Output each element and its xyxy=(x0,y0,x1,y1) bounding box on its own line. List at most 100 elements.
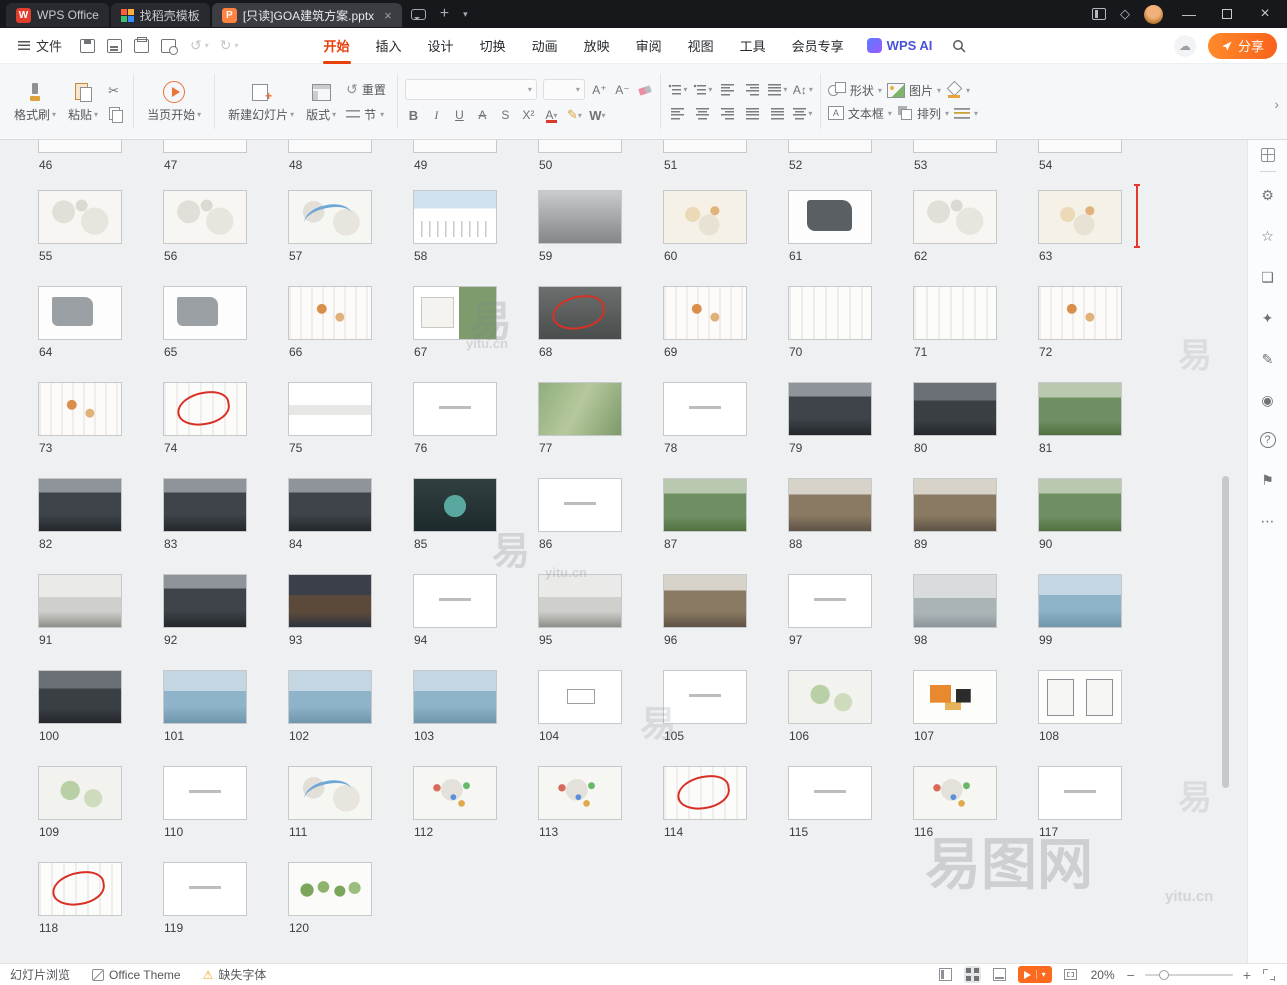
theme-indicator[interactable]: Office Theme xyxy=(92,968,181,982)
slide-thumbnail[interactable] xyxy=(913,286,997,340)
zoom-in-button[interactable]: + xyxy=(1243,967,1251,983)
copy-page-icon[interactable]: ❏ xyxy=(1259,268,1277,286)
slide-thumbnail[interactable] xyxy=(38,478,122,532)
slide-thumbnail[interactable] xyxy=(1038,190,1122,244)
slide-thumbnail[interactable] xyxy=(538,670,622,724)
export-pdf-button[interactable] xyxy=(107,39,122,53)
slide-thumbnail[interactable] xyxy=(38,670,122,724)
zoom-out-button[interactable]: − xyxy=(1127,967,1135,983)
tab-list-chevron[interactable]: ▾ xyxy=(456,2,475,26)
slide-thumbnail[interactable] xyxy=(163,140,247,153)
slide-sorter-view-button[interactable] xyxy=(964,966,981,983)
close-document-tab-icon[interactable]: × xyxy=(384,8,392,23)
slide-thumbnail[interactable] xyxy=(663,286,747,340)
fill-color-button[interactable]: ▾ xyxy=(946,82,970,98)
font-family-select[interactable]: ▾ xyxy=(405,79,537,100)
slide-thumbnail[interactable] xyxy=(663,766,747,820)
zoom-percentage[interactable]: 20% xyxy=(1089,968,1117,982)
slide-thumbnail[interactable] xyxy=(38,140,122,153)
fit-slide-button[interactable] xyxy=(1062,967,1079,982)
save-button[interactable] xyxy=(80,39,95,53)
slide-thumbnail[interactable] xyxy=(1038,286,1122,340)
tab-view[interactable]: 视图 xyxy=(675,28,727,64)
normal-view-button[interactable] xyxy=(937,966,954,983)
guide-flag-icon[interactable]: ⚑ xyxy=(1259,471,1277,489)
zoom-slider-thumb[interactable] xyxy=(1159,970,1169,980)
print-preview-button[interactable] xyxy=(161,39,176,53)
slide-thumbnail[interactable] xyxy=(538,140,622,153)
properties-icon[interactable]: ⚙ xyxy=(1259,186,1277,204)
navigation-map-icon[interactable]: ◉ xyxy=(1259,391,1277,409)
align-center-button[interactable] xyxy=(693,105,713,123)
slide-thumbnail[interactable] xyxy=(288,574,372,628)
layout-button[interactable]: 版式▾ xyxy=(300,69,342,134)
slide-thumbnail[interactable] xyxy=(413,478,497,532)
slideshow-play-button[interactable]: ▾ xyxy=(1018,966,1052,983)
slide-thumbnail[interactable] xyxy=(288,140,372,153)
font-size-select[interactable]: ▾ xyxy=(543,79,585,100)
increase-indent-button[interactable] xyxy=(743,81,763,99)
slide-thumbnail[interactable] xyxy=(288,478,372,532)
text-effects-button[interactable]: W▾ xyxy=(589,106,606,124)
undo-button[interactable]: ↺ xyxy=(190,37,202,54)
distribute-button[interactable] xyxy=(768,105,788,123)
slide-thumbnail[interactable] xyxy=(788,190,872,244)
print-button[interactable] xyxy=(134,39,149,53)
align-left-button[interactable] xyxy=(668,105,688,123)
file-menu[interactable]: 文件 xyxy=(10,36,70,55)
edit-tools-icon[interactable]: ✎ xyxy=(1259,350,1277,368)
slide-thumbnail[interactable] xyxy=(413,670,497,724)
search-button[interactable] xyxy=(942,39,976,53)
redo-dropdown[interactable]: ▾ xyxy=(235,41,239,50)
slide-thumbnail[interactable] xyxy=(913,140,997,153)
slide-thumbnail[interactable] xyxy=(788,766,872,820)
favorites-star-icon[interactable]: ☆ xyxy=(1259,227,1277,245)
smart-features-icon[interactable]: ✦ xyxy=(1259,309,1277,327)
play-from-current-button[interactable]: 当页开始▾ xyxy=(141,69,207,134)
outline-style-button[interactable]: ▾ xyxy=(954,107,978,119)
slide-thumbnail[interactable] xyxy=(38,286,122,340)
user-avatar[interactable] xyxy=(1144,5,1163,24)
slide-thumbnail[interactable] xyxy=(1038,766,1122,820)
slide-thumbnail[interactable] xyxy=(913,670,997,724)
slide-thumbnail[interactable] xyxy=(1038,140,1122,153)
arrange-button[interactable]: 排列▾ xyxy=(897,105,949,122)
undo-dropdown[interactable]: ▾ xyxy=(205,41,209,50)
tab-home[interactable]: 开始 xyxy=(311,28,363,64)
tab-animation[interactable]: 动画 xyxy=(519,28,571,64)
justify-button[interactable] xyxy=(743,105,763,123)
rail-panel-icon[interactable] xyxy=(1261,148,1275,162)
slide-thumbnail[interactable] xyxy=(913,190,997,244)
slide-thumbnail[interactable] xyxy=(288,190,372,244)
minimize-button[interactable]: — xyxy=(1177,6,1201,22)
slide-thumbnail[interactable] xyxy=(413,286,497,340)
underline-button[interactable]: U xyxy=(451,106,468,124)
slide-thumbnail[interactable] xyxy=(288,286,372,340)
slide-thumbnail[interactable] xyxy=(413,140,497,153)
skin-settings-icon[interactable]: ◇ xyxy=(1120,6,1130,22)
redo-button[interactable]: ↻ xyxy=(220,37,232,54)
assistant-bubble-icon[interactable] xyxy=(404,2,433,26)
slide-thumbnail[interactable] xyxy=(913,574,997,628)
slide-thumbnail[interactable] xyxy=(163,670,247,724)
tab-transitions[interactable]: 切换 xyxy=(467,28,519,64)
italic-button[interactable]: I xyxy=(428,106,445,124)
increase-font-button[interactable]: A⁺ xyxy=(591,81,608,99)
numbered-list-button[interactable]: ▾ xyxy=(693,81,713,99)
help-icon[interactable]: ? xyxy=(1260,432,1276,448)
reset-button[interactable]: ↺重置 xyxy=(346,81,386,98)
more-options-icon[interactable]: ⋯ xyxy=(1259,512,1277,530)
picture-button[interactable]: 图片▾ xyxy=(887,82,941,99)
slide-thumbnail[interactable] xyxy=(663,670,747,724)
strikethrough-button[interactable]: A xyxy=(474,106,491,124)
slide-thumbnail[interactable] xyxy=(413,766,497,820)
tab-insert[interactable]: 插入 xyxy=(363,28,415,64)
slide-thumbnail[interactable] xyxy=(788,574,872,628)
slide-thumbnail[interactable] xyxy=(663,140,747,153)
cut-button[interactable]: ✂ xyxy=(108,83,122,99)
slide-thumbnail[interactable] xyxy=(663,382,747,436)
slide-thumbnail[interactable] xyxy=(38,190,122,244)
slide-thumbnail[interactable] xyxy=(913,766,997,820)
font-color-button[interactable]: A▾ xyxy=(543,106,560,124)
highlight-button[interactable]: ✎▾ xyxy=(566,106,583,124)
